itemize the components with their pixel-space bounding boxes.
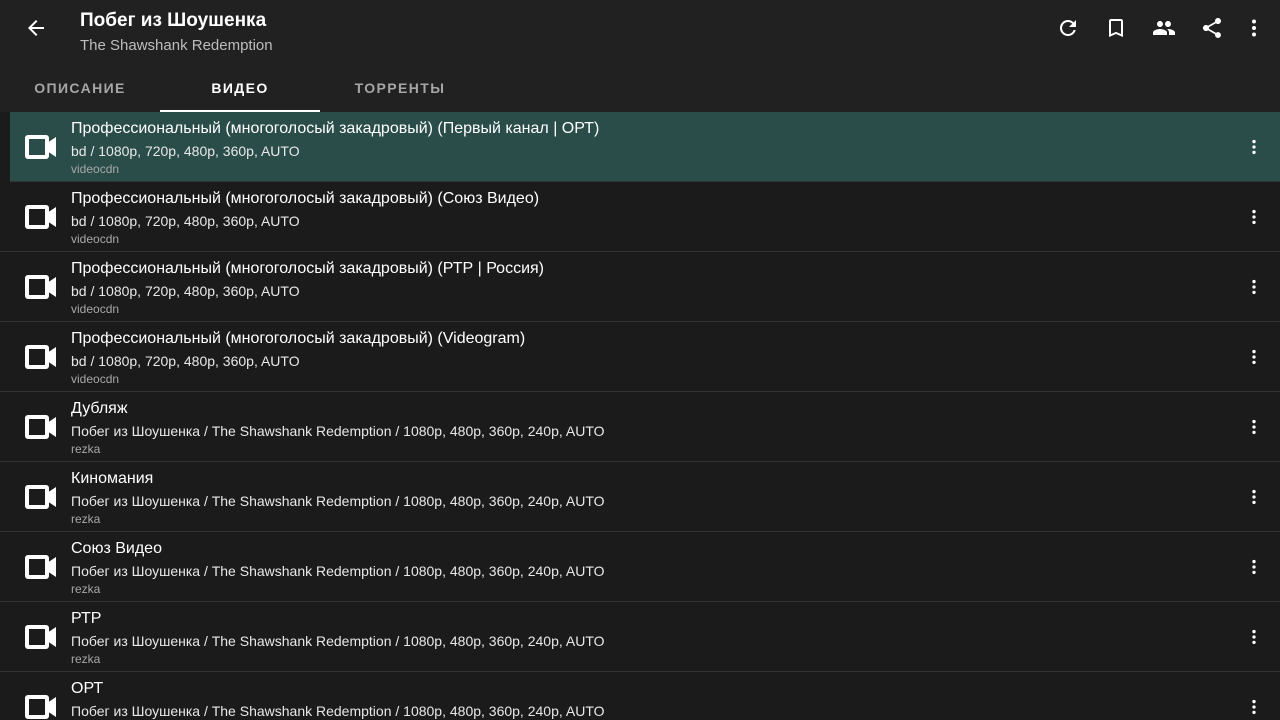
video-quality: bd / 1080p, 720p, 480p, 360p, AUTO [71,143,300,159]
item-menu-button[interactable] [1242,482,1266,512]
video-quality: bd / 1080p, 720p, 480p, 360p, AUTO [71,353,300,369]
video-title: ОРТ [71,680,104,697]
video-title: Профессиональный (многоголосый закадровы… [71,120,600,137]
video-list-item[interactable]: Профессиональный (многоголосый закадровы… [0,252,1280,322]
more-vert-icon [1252,19,1256,37]
tab-bar: ОПИСАНИЕ ВИДЕО ТОРРЕНТЫ [0,64,480,112]
video-quality: Побег из Шоушенка / The Shawshank Redemp… [71,703,605,719]
share-icon [1203,18,1221,38]
back-button[interactable] [16,8,56,48]
people-icon [1153,21,1175,35]
item-menu-button[interactable] [1242,412,1266,442]
video-source: videocdn [71,372,120,386]
item-menu-button[interactable] [1242,132,1266,162]
more-vert-icon [1252,279,1256,295]
video-list-item[interactable]: Киномания Побег из Шоушенка / The Shawsha… [0,462,1280,532]
video-quality: bd / 1080p, 720p, 480p, 360p, AUTO [71,213,300,229]
item-menu-button[interactable] [1242,272,1266,302]
video-source: rezka [71,652,101,666]
video-title: Союз Видео [71,540,162,557]
item-menu-button[interactable] [1242,202,1266,232]
more-vert-icon [1252,139,1256,155]
video-title: Профессиональный (многоголосый закадровы… [71,330,526,347]
video-title: РТР [71,610,102,627]
videocam-icon [25,695,56,719]
video-list-item[interactable]: Союз Видео Побег из Шоушенка / The Shawsh… [0,532,1280,602]
video-quality: Побег из Шоушенка / The Shawshank Redemp… [71,423,605,439]
more-vert-icon [1252,419,1256,435]
video-list-item[interactable]: ОРТ Побег из Шоушенка / The Shawshank Red… [0,672,1280,720]
toolbar-actions [1044,8,1272,48]
video-list-item[interactable]: Профессиональный (многоголосый закадровы… [10,112,1280,182]
tab-video[interactable]: ВИДЕО [160,64,320,112]
video-quality: bd / 1080p, 720p, 480p, 360p, AUTO [71,283,300,299]
page-subtitle: The Shawshank Redemption [80,37,273,54]
video-source: rezka [71,442,101,456]
video-quality: Побег из Шоушенка / The Shawshank Redemp… [71,563,605,579]
more-vert-icon [1252,489,1256,505]
videocam-icon [25,415,56,439]
videocam-icon [25,275,56,299]
more-vert-icon [1252,349,1256,365]
share-button[interactable] [1188,8,1236,48]
video-list-item[interactable]: Дубляж Побег из Шоушенка / The Shawshank … [0,392,1280,462]
video-title: Киномания [71,470,154,487]
videocam-icon [25,205,56,229]
more-vert-icon [1252,699,1256,715]
video-title: Дубляж [71,400,128,417]
video-list: Профессиональный (многоголосый закадровы… [0,112,1280,720]
videocam-icon [25,485,56,509]
video-list-item[interactable]: РТР Побег из Шоушенка / The Shawshank Red… [0,602,1280,672]
video-list-item[interactable]: Профессиональный (многоголосый закадровы… [0,182,1280,252]
tab-torrents[interactable]: ТОРРЕНТЫ [320,64,480,112]
videocam-icon [25,555,56,579]
video-list-item[interactable]: Профессиональный (многоголосый закадровы… [0,322,1280,392]
more-vert-icon [1252,559,1256,575]
item-menu-button[interactable] [1242,552,1266,582]
bookmark-icon [1109,19,1123,37]
video-source: videocdn [71,162,120,176]
more-vert-icon [1252,629,1256,645]
arrow-back-icon [28,20,44,36]
overflow-menu-button[interactable] [1236,8,1272,48]
video-quality: Побег из Шоушенка / The Shawshank Redemp… [71,633,605,649]
more-vert-icon [1252,209,1256,225]
refresh-button[interactable] [1044,8,1092,48]
videocam-icon [25,135,56,159]
video-quality: Побег из Шоушенка / The Shawshank Redemp… [71,493,605,509]
refresh-icon [1059,19,1076,36]
bookmark-button[interactable] [1092,8,1140,48]
video-title: Профессиональный (многоголосый закадровы… [71,260,544,277]
video-source: rezka [71,582,101,596]
videocam-icon [25,345,56,369]
app-bar: Побег из Шоушенка The Shawshank Redempti… [0,0,1280,112]
item-menu-button[interactable] [1242,692,1266,720]
tab-description[interactable]: ОПИСАНИЕ [0,64,160,112]
videocam-icon [25,625,56,649]
video-source: rezka [71,512,101,526]
page-title: Побег из Шоушенка [80,10,267,31]
video-source: videocdn [71,232,120,246]
video-source: videocdn [71,302,120,316]
item-menu-button[interactable] [1242,342,1266,372]
item-menu-button[interactable] [1242,622,1266,652]
video-title: Профессиональный (многоголосый закадровы… [71,190,540,207]
people-button[interactable] [1140,8,1188,48]
